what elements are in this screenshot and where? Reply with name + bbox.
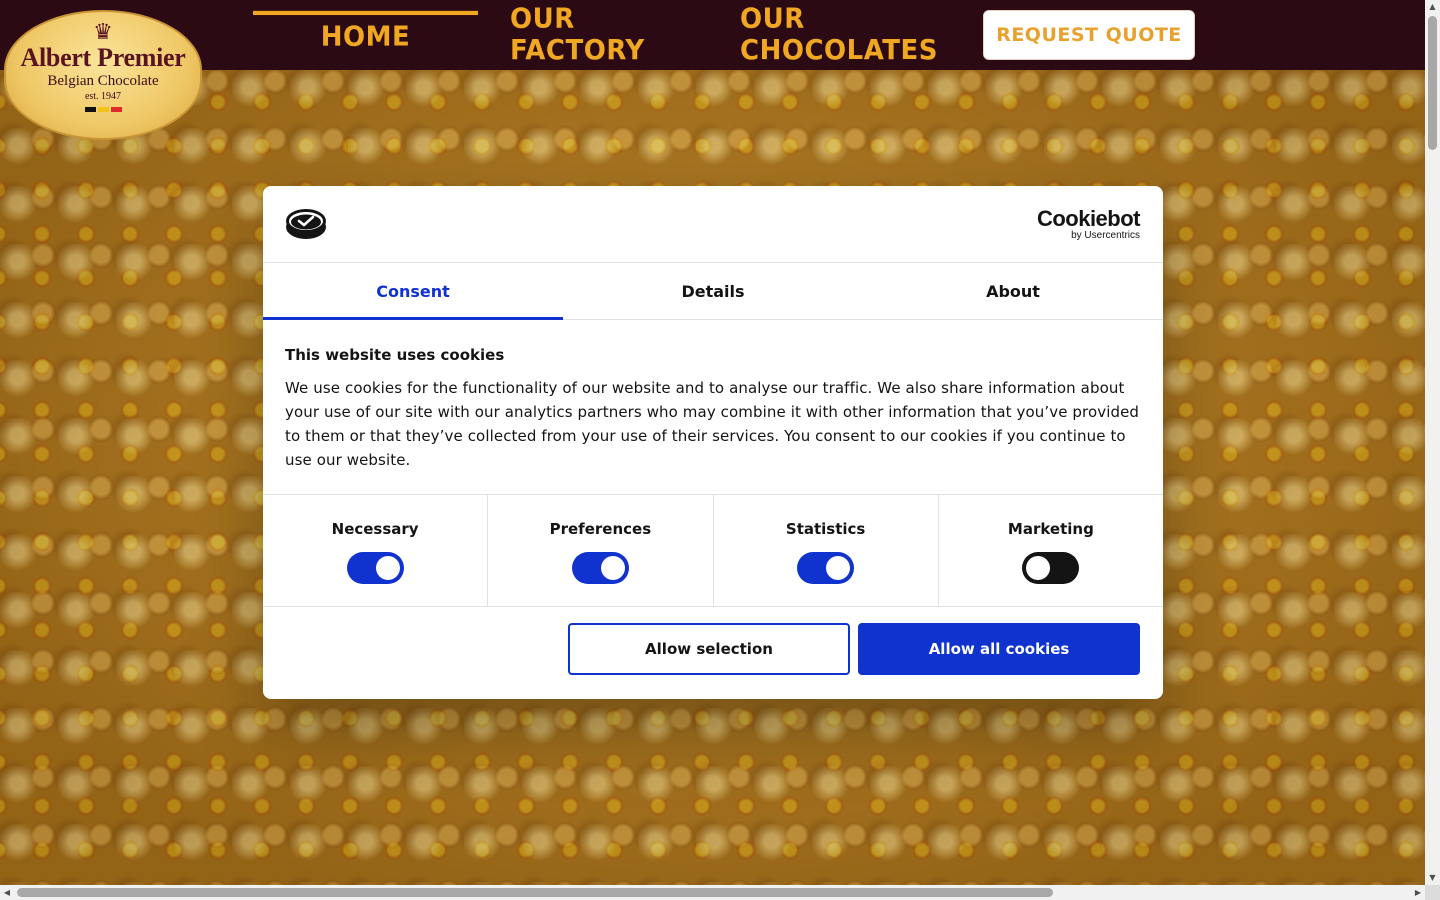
cookie-consent-dialog: Cookiebot by Usercentrics Consent Detail…: [263, 186, 1163, 699]
category-necessary: Necessary: [263, 495, 489, 606]
vertical-scroll-thumb[interactable]: [1428, 16, 1437, 150]
scroll-down-arrow-icon[interactable]: ▼: [1425, 871, 1440, 885]
cookie-category-toggles: Necessary Preferences Statistics Marketi…: [263, 494, 1163, 607]
flag-stripe-red: [110, 107, 122, 112]
vertical-scrollbar[interactable]: ▲ ▼: [1425, 0, 1440, 885]
flag-stripe-yellow: [97, 107, 109, 112]
scroll-up-arrow-icon[interactable]: ▲: [1425, 0, 1440, 14]
scrollbar-corner: [1425, 885, 1440, 900]
category-label: Preferences: [549, 520, 652, 538]
dialog-tabs: Consent Details About: [263, 263, 1163, 320]
tab-about[interactable]: About: [863, 263, 1163, 319]
logo-established: est. 1947: [84, 91, 122, 102]
toggle-knob: [600, 556, 625, 580]
cookiebot-brand[interactable]: Cookiebot by Usercentrics: [1036, 206, 1141, 242]
tab-details[interactable]: Details: [563, 263, 863, 319]
belgian-flag-icon: [6, 107, 200, 112]
albert-premier-logo[interactable]: ♛ Albert Premier Belgian Chocolate est. …: [4, 10, 202, 140]
category-label: Necessary: [331, 520, 419, 538]
nav-home[interactable]: Home: [253, 10, 478, 59]
toggle-marketing[interactable]: [1022, 552, 1080, 584]
category-label: Statistics: [785, 520, 866, 538]
nav-our-chocolates[interactable]: Our Chocolates: [740, 4, 968, 67]
category-label: Marketing: [1007, 520, 1094, 538]
top-navigation-bar: Home Our Factory Our Chocolates REQUEST …: [0, 0, 1425, 70]
dialog-body: This website uses cookies We use cookies…: [285, 346, 1141, 472]
logo-brand-name: Albert Premier: [20, 43, 186, 72]
cookiebot-logo-icon: [286, 209, 326, 239]
dialog-title: This website uses cookies: [285, 346, 505, 364]
scroll-left-arrow-icon[interactable]: ◀: [0, 885, 14, 900]
nav-our-factory[interactable]: Our Factory: [510, 4, 710, 67]
category-marketing: Marketing: [939, 495, 1163, 606]
tab-consent[interactable]: Consent: [263, 263, 563, 320]
flag-stripe-black: [84, 107, 96, 112]
toggle-knob: [826, 556, 851, 580]
dialog-actions: Allow selection Allow all cookies: [568, 623, 1140, 675]
toggle-preferences[interactable]: [571, 552, 629, 584]
cookiebot-by: by Usercentrics: [1071, 230, 1140, 241]
request-quote-button[interactable]: REQUEST QUOTE: [983, 10, 1195, 60]
allow-all-cookies-button[interactable]: Allow all cookies: [858, 623, 1140, 675]
crown-icon: ♛: [93, 20, 113, 45]
category-preferences: Preferences: [488, 495, 714, 606]
scroll-right-arrow-icon[interactable]: ▶: [1411, 885, 1425, 900]
dialog-header: Cookiebot by Usercentrics: [263, 186, 1163, 263]
dialog-description: We use cookies for the functionality of …: [285, 379, 1140, 469]
toggle-knob: [375, 556, 400, 580]
cookiebot-name: Cookiebot: [1036, 206, 1141, 231]
logo-tagline: Belgian Chocolate: [47, 73, 159, 89]
toggle-necessary[interactable]: [346, 552, 404, 584]
horizontal-scroll-thumb[interactable]: [17, 888, 1053, 897]
category-statistics: Statistics: [714, 495, 939, 606]
horizontal-scrollbar[interactable]: ◀ ▶: [0, 885, 1425, 900]
toggle-knob: [1026, 556, 1051, 580]
allow-selection-button[interactable]: Allow selection: [568, 623, 850, 675]
toggle-statistics[interactable]: [797, 552, 855, 584]
